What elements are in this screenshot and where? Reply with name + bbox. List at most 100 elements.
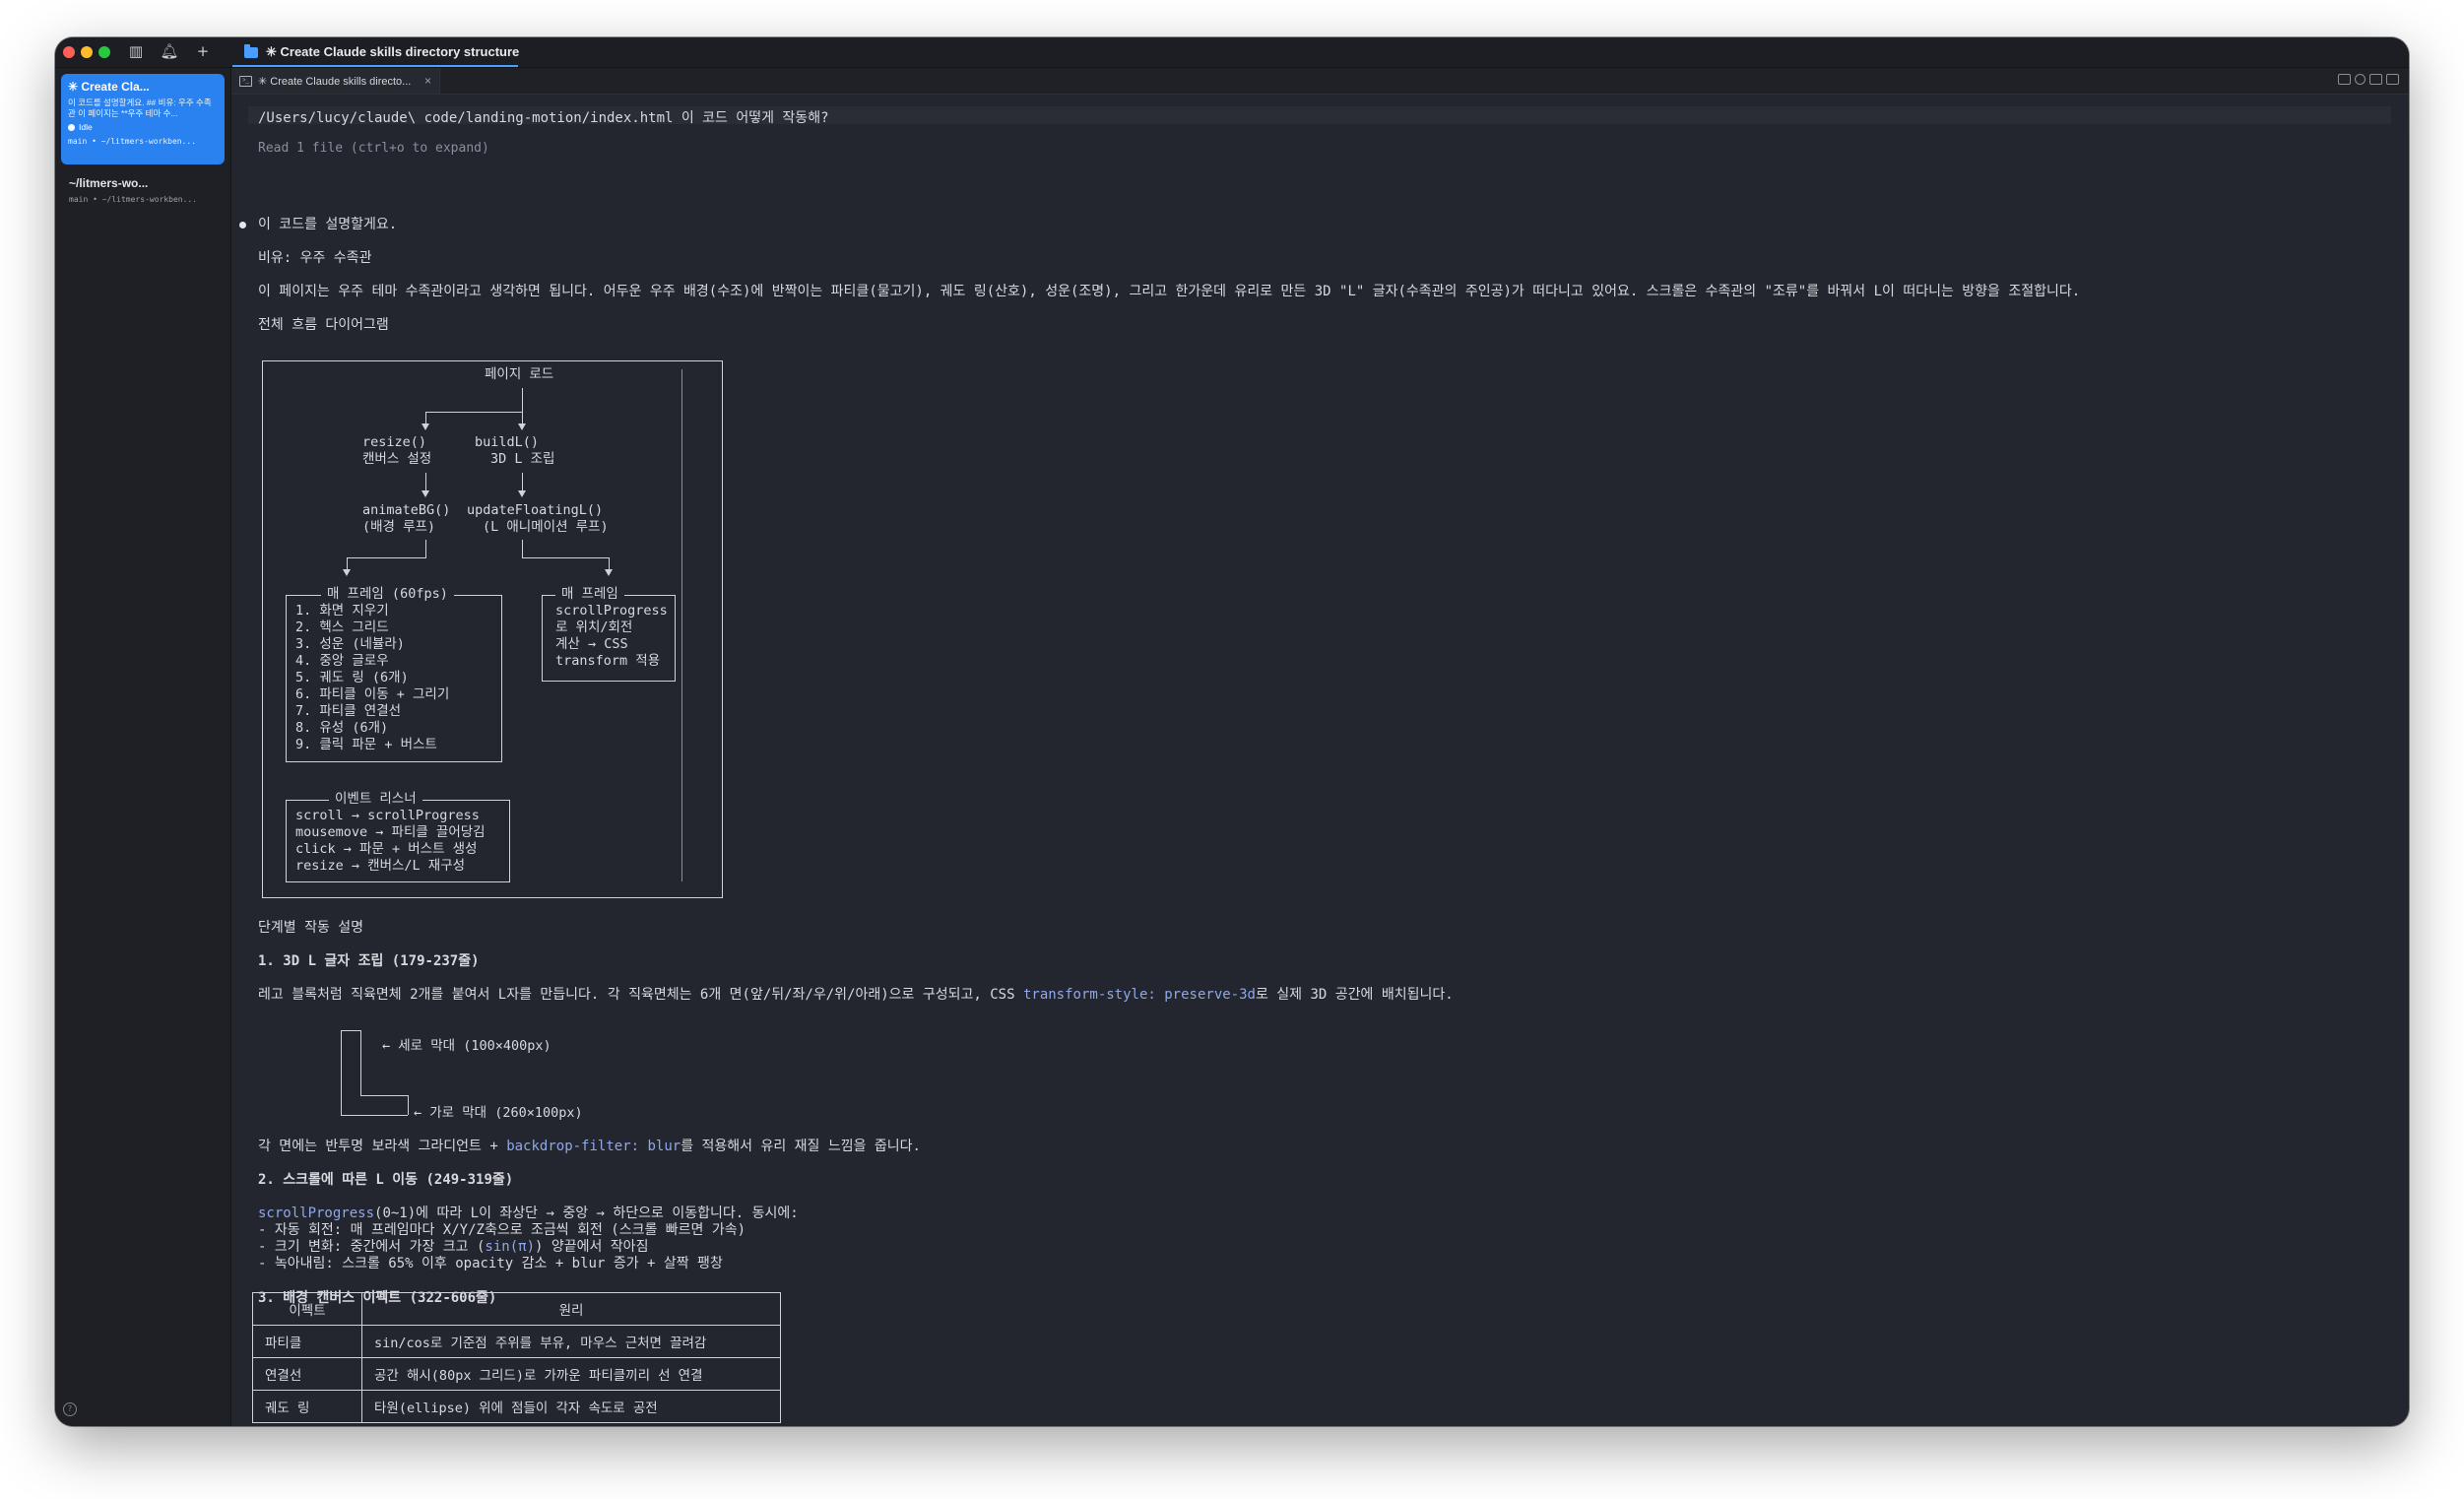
steps-heading: 단계별 작동 설명 (258, 920, 364, 936)
animateBG-label: animateBG() (362, 502, 451, 518)
step2-line3: - 크기 변화: 중간에서 가장 크고 (sin(π)) 양끝에서 작아짐 (258, 1239, 648, 1256)
diagram-list-item: 8. 유성 (6개) (295, 720, 389, 736)
session-title: ✳ Create Cla... (68, 80, 150, 94)
table-cell: 타원(ellipse) 위에 점들이 각자 속도로 공전 (361, 1390, 781, 1423)
tab-actions (2338, 74, 2399, 85)
close-window-button[interactable] (63, 46, 75, 58)
tab-session[interactable]: >_ ✳ Create Claude skills directo... × (231, 68, 440, 94)
table-row: 궤도 링 타원(ellipse) 위에 점들이 각자 속도로 공전 (252, 1390, 781, 1423)
table-cell: 연결선 (252, 1357, 362, 1391)
arrow-down-icon (518, 424, 526, 430)
connector (425, 412, 426, 424)
diagram-list-item: 3. 성운 (네뷸라) (295, 636, 405, 652)
diagram-list-item: 7. 파티클 연결선 (295, 703, 402, 719)
split-vertical-icon[interactable] (2369, 74, 2382, 85)
tab-strip: >_ ✳ Create Claude skills directo... × (231, 68, 2409, 95)
session-meta: main • ~/litmers-workben... (68, 137, 197, 146)
bell-icon[interactable]: 🔔︎ (160, 41, 179, 61)
step1-text-a: 레고 블록처럼 직육면체 2개를 붙여서 L자를 만듭니다. 각 직육면체는 6… (258, 987, 1023, 1003)
table-row: 연결선 공간 해시(80px 그리드)로 가까운 파티클끼리 선 연결 (252, 1357, 781, 1391)
help-icon[interactable]: ? (63, 1402, 77, 1416)
diagram-list-item: resize → 캔버스/L 재구성 (295, 858, 466, 874)
arrow-down-icon (421, 490, 429, 497)
diagram-list-item: click → 파문 + 버스트 생성 (295, 841, 478, 857)
split-horizontal-icon[interactable] (2386, 74, 2399, 85)
app-window: ▥ 🔔︎ + ✳ Create Claude skills directory … (55, 37, 2409, 1426)
resize-label: resize() (362, 434, 427, 450)
l-outline (360, 1030, 361, 1095)
resize-desc: 캔버스 설정 (362, 451, 432, 467)
faces-text-b: 를 적용해서 유리 재질 느낌을 줍니다. (681, 1139, 921, 1154)
step2-line3-a: - 크기 변화: 중간에서 가장 크고 ( (258, 1239, 486, 1255)
step2-line3-code: sin(π) (485, 1239, 535, 1255)
l-outline (341, 1115, 408, 1116)
response-bullet-icon (239, 222, 246, 228)
table-header-cell: 이펙트 (252, 1292, 362, 1326)
l-frame-title: 매 프레임 (555, 586, 624, 603)
table-header-row: 이펙트 원리 (252, 1292, 781, 1326)
diagram-list-item: scrollProgress (555, 603, 668, 619)
arrow-down-icon (518, 490, 526, 497)
diagram-list-item: scroll → scrollProgress (295, 808, 480, 823)
folder-icon (244, 43, 258, 58)
tab-close-icon[interactable]: × (424, 74, 431, 88)
l-outline (360, 1095, 408, 1096)
connector (522, 388, 523, 412)
animateBG-desc: (배경 루프) (362, 519, 436, 535)
terminal-panel-icon[interactable] (2338, 74, 2351, 85)
step1-text: 레고 블록처럼 직육면체 2개를 붙여서 L자를 만듭니다. 각 직육면체는 6… (258, 987, 1454, 1004)
session-status: Idle (68, 122, 218, 132)
connector (347, 557, 348, 569)
session-preview: 이 코드를 설명할게요. ## 비유: 우주 수족관 이 페이지는 **우주 테… (68, 98, 212, 118)
effects-table: 이펙트 원리 파티클 sin/cos로 기준점 주위를 부유, 마우스 근처면 … (252, 1292, 781, 1423)
l-horizontal-label: ← 가로 막대 (260×100px) (414, 1105, 583, 1121)
command-text: /Users/lucy/claude\ code/landing-motion/… (258, 110, 829, 126)
faces-text-a: 각 면에는 반투명 보라색 그라디언트 + (258, 1139, 507, 1154)
step2-line3-b: ) 양끝에서 작아짐 (535, 1239, 649, 1255)
diagram-list-item: 2. 헥스 그리드 (295, 619, 389, 635)
intro-text: 이 코드를 설명할게요. (258, 217, 398, 232)
arrow-down-icon (343, 569, 351, 576)
globe-icon[interactable] (2355, 74, 2366, 85)
step1-text-b: 로 실제 3D 공간에 배치됩니다. (1255, 987, 1454, 1003)
connector (522, 557, 609, 558)
events-title: 이벤트 리스너 (329, 791, 422, 808)
zoom-window-button[interactable] (98, 46, 110, 58)
diagram-list-item: mousemove → 파티클 끌어당김 (295, 824, 486, 840)
buildL-desc: 3D L 조립 (490, 451, 555, 467)
connector (425, 540, 426, 557)
connector (347, 557, 426, 558)
sidebar-workspace-item[interactable]: ~/litmers-wo... main • ~/litmers-workben… (69, 176, 223, 204)
connector (609, 557, 610, 569)
window-title: ✳ Create Claude skills directory structu… (266, 44, 520, 59)
faces-code: backdrop-filter: blur (506, 1139, 681, 1154)
table-row: 파티클 sin/cos로 기준점 주위를 부유, 마우스 근처면 끌려감 (252, 1325, 781, 1358)
title-active-indicator (232, 65, 518, 67)
step2-title: 2. 스크롤에 따른 L 이동 (249-319줄) (258, 1172, 514, 1188)
connector (522, 412, 523, 424)
l-outline (408, 1095, 409, 1115)
step2-line1-text: (0~1)에 따라 L이 좌상단 → 중앙 → 하단으로 이동합니다. 동시에: (374, 1206, 799, 1221)
connector (425, 473, 426, 490)
plus-icon[interactable]: + (193, 41, 213, 61)
session-item-active[interactable]: ✳ Create Cla... 이 코드를 설명할게요. ## 비유: 우주 수… (61, 74, 225, 164)
l-frame-steps: scrollProgress 로 위치/회전 계산 → CSS transform 적… (555, 603, 668, 670)
window-title-group: ✳ Create Claude skills directory structu… (244, 37, 519, 67)
l-outline (341, 1030, 360, 1031)
user-command: /Users/lucy/claude\ code/landing-motion/… (248, 106, 2391, 126)
metaphor-heading: 비유: 우주 수족관 (258, 250, 372, 266)
step1-code: transform-style: preserve-3d (1022, 987, 1256, 1003)
arrow-down-icon (421, 424, 429, 430)
arrow-down-icon (605, 569, 613, 576)
updateFloatingL-label: updateFloatingL() (467, 502, 604, 518)
terminal-icon: >_ (239, 75, 252, 87)
connector (522, 540, 523, 557)
status-dot-icon (68, 123, 75, 131)
description-text: 이 페이지는 우주 테마 수족관이라고 생각하면 됩니다. 어두운 우주 배경(… (258, 284, 2081, 299)
sidebar-toggle-icon[interactable]: ▥ (126, 41, 146, 61)
minimize-window-button[interactable] (81, 46, 93, 58)
page-load-label: 페이지 로드 (485, 366, 554, 382)
diagram-list-item: 5. 궤도 링 (6개) (295, 670, 409, 685)
table-cell: 궤도 링 (252, 1390, 362, 1423)
buildL-label: buildL() (475, 434, 540, 450)
